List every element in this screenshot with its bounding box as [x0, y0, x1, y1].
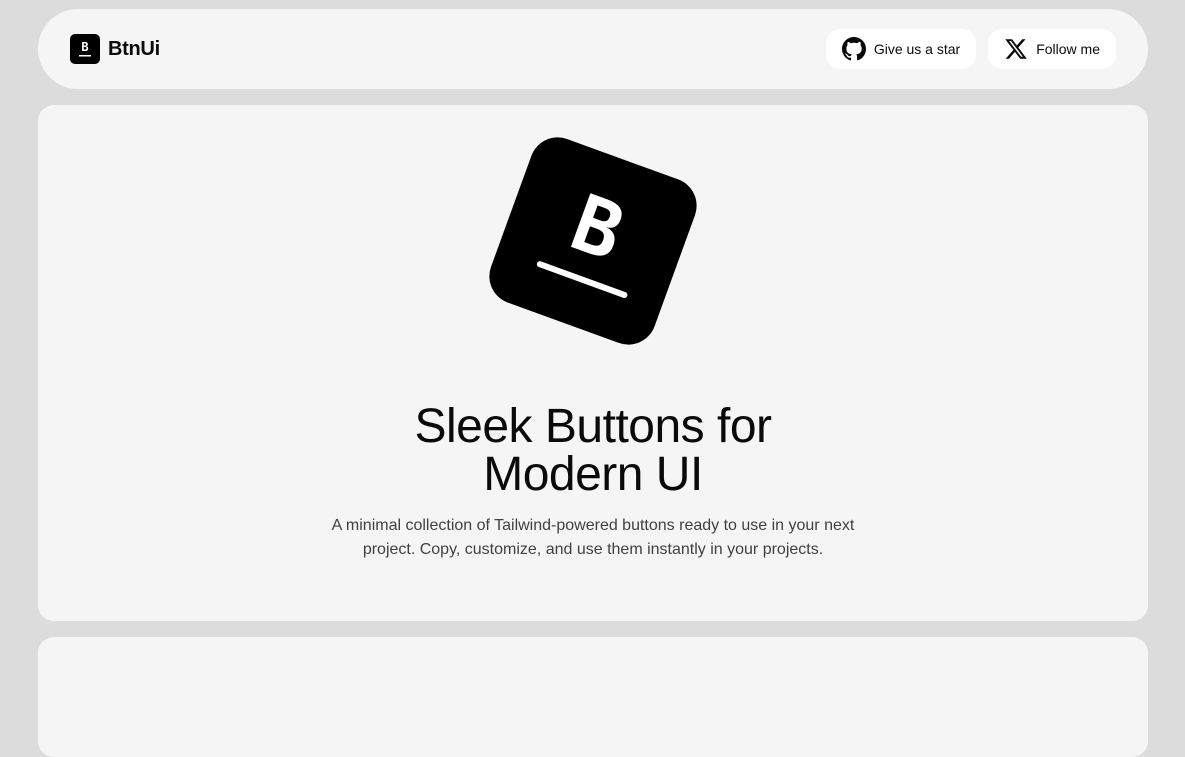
- hero-logo-letter: B: [560, 178, 635, 279]
- nav-actions: Give us a star Follow me: [825, 29, 1116, 69]
- brand-logo-icon: B: [70, 34, 100, 64]
- hero-logo-icon: B: [481, 129, 705, 353]
- follow-me-button[interactable]: Follow me: [988, 29, 1116, 69]
- brand-name: BtnUi: [108, 37, 160, 60]
- brand-logo-letter: B: [81, 40, 88, 54]
- hero-subtitle-line-1: A minimal collection of Tailwind-powered…: [331, 517, 855, 534]
- hero-section: B Sleek Buttons for Modern UI A minimal …: [38, 105, 1148, 621]
- x-twitter-icon: [1004, 37, 1028, 61]
- navbar: B BtnUi Give us a star Follow me: [38, 9, 1148, 89]
- hero-title-line-2: Modern UI: [483, 448, 703, 501]
- hero-subtitle-line-2: project. Copy, customize, and use them i…: [362, 541, 824, 558]
- hero-subtitle: A minimal collection of Tailwind-powered…: [303, 514, 883, 562]
- hero-title-line-1: Sleek Buttons for: [414, 400, 772, 453]
- next-section-card: [38, 637, 1148, 757]
- github-star-button[interactable]: Give us a star: [825, 29, 977, 69]
- follow-me-label: Follow me: [1036, 41, 1100, 57]
- github-star-label: Give us a star: [873, 41, 961, 57]
- github-icon: [841, 37, 866, 61]
- brand-link[interactable]: B BtnUi: [70, 34, 160, 64]
- hero-title: Sleek Buttons for Modern UI: [38, 403, 1148, 499]
